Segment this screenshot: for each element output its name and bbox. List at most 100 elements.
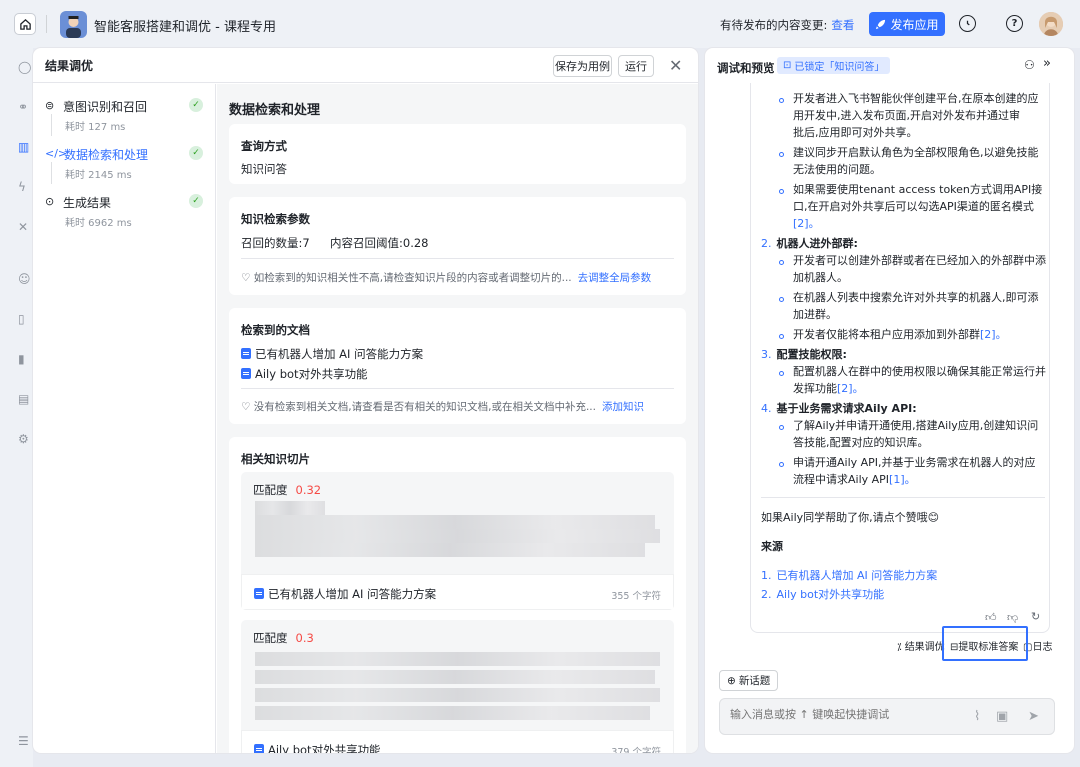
source-link[interactable]: Aily bot对外共享功能 — [777, 588, 885, 601]
view-changes-link[interactable]: 查看 — [831, 18, 854, 32]
doc-icon — [254, 588, 264, 599]
card-title: 检索到的文档 — [241, 323, 310, 337]
bullet — [779, 260, 784, 265]
pending-changes: 有待发布的内容变更: 查看 — [720, 17, 854, 33]
bolt-icon[interactable]: ϟ — [18, 180, 33, 195]
score-value: 0.3 — [295, 631, 314, 645]
save-as-case-button[interactable]: 保存为用例 — [553, 55, 612, 77]
docs-card: 检索到的文档 已有机器人增加 AI 问答能力方案 Aily bot对外共享功能 … — [229, 308, 686, 424]
message-input[interactable] — [730, 708, 970, 721]
check-icon: ✓ — [189, 194, 203, 208]
chat-icon[interactable]: ◯ — [18, 60, 33, 75]
history-icon[interactable] — [959, 15, 976, 32]
run-button[interactable]: 运行 — [618, 55, 654, 77]
preview-header: 调试和预览 ⊡ 已锁定「知识问答」 ⚇ » — [705, 48, 1074, 83]
tip-text: 没有检索到相关文档,请查看是否有相关的知识文档,或在相关文档中补充... — [253, 401, 596, 413]
feedback-text: 如果Aily同学帮助了你,请点个赞哦😊 — [761, 511, 940, 524]
step-content: 数据检索和处理 查询方式 知识问答 知识检索参数 召回的数量:7 内容召回阈值:… — [217, 84, 698, 753]
blurred-text — [255, 670, 655, 684]
answer-line: 无法使用的问题。 — [793, 163, 881, 176]
bullet — [779, 152, 784, 157]
doc-name: 已有机器人增加 AI 问答能力方案 — [255, 347, 424, 361]
citation-ref[interactable]: [2]。 — [837, 382, 864, 395]
slice-doc: Aily bot对外共享功能 — [254, 742, 381, 753]
attach-icon[interactable]: ⌇ — [974, 709, 980, 724]
doc-list-icon[interactable]: ▤ — [18, 392, 33, 407]
char-count: 379 个字符 — [611, 747, 661, 753]
heading-text: 机器人进外部群: — [776, 237, 858, 250]
publish-button[interactable]: 发布应用 — [869, 12, 945, 36]
thumbs-down-icon[interactable]: 👎︎ — [1007, 611, 1018, 624]
slice-doc-name: Aily bot对外共享功能 — [268, 743, 381, 753]
doc-item[interactable]: Aily bot对外共享功能 — [241, 366, 368, 382]
tools-icon[interactable]: ✕ — [18, 220, 33, 235]
collapse-icon[interactable]: ☰ — [18, 734, 33, 749]
answer-line: 答技能,配置对应的知识库。 — [793, 436, 929, 449]
line-text: 发挥功能 — [793, 382, 837, 395]
content-title: 数据检索和处理 — [229, 103, 321, 118]
help-icon[interactable]: ? — [1006, 15, 1023, 32]
citation-ref[interactable]: [2]。 — [793, 217, 820, 230]
source-item[interactable]: 2. Aily bot对外共享功能 — [761, 586, 884, 603]
settings-icon[interactable]: ⚙ — [18, 432, 33, 447]
answer-heading: 3. 配置技能权限: — [761, 348, 847, 361]
user-avatar[interactable] — [1039, 12, 1063, 36]
user-switch-icon[interactable]: ⚇ — [1024, 58, 1035, 72]
slices-card: 相关知识切片 匹配度 0.32 已有机器人增加 AI 问答能力方案 355 个字符… — [229, 437, 686, 753]
tune-icon: ⁒ — [897, 642, 902, 653]
phone-icon[interactable]: ▯ — [18, 312, 33, 327]
answer-line: 配置机器人在群中的使用权限以确保其能正常运行并 — [793, 365, 1046, 378]
refresh-icon[interactable]: ↻ — [1031, 610, 1040, 623]
heading-text: 配置技能权限: — [776, 348, 847, 361]
docs-tip: ♡ 没有检索到相关文档,请查看是否有相关的知识文档,或在相关文档中补充... 添加… — [241, 399, 644, 414]
answer-line: 在机器人列表中搜索允许对外共享的机器人,即可添 — [793, 291, 1039, 304]
bullet — [779, 98, 784, 103]
answer-line: [2]。 — [793, 215, 820, 232]
blurred-text — [255, 529, 660, 543]
citation-ref[interactable]: [2]。 — [980, 328, 1007, 341]
source-link[interactable]: 已有机器人增加 AI 问答能力方案 — [777, 569, 938, 582]
users-icon[interactable]: ☺ — [18, 272, 33, 287]
action-label: 日志 — [1032, 642, 1053, 653]
slice-doc-name: 已有机器人增加 AI 问答能力方案 — [268, 587, 437, 601]
recall-count: 召回的数量:7 — [241, 236, 310, 250]
locked-badge[interactable]: ⊡ 已锁定「知识问答」 — [777, 57, 891, 74]
thumbs-up-icon[interactable]: 👍︎ — [985, 611, 997, 624]
result-tuning-action[interactable]: ⁒ 结果调优 — [897, 638, 945, 653]
doc-name: Aily bot对外共享功能 — [255, 367, 368, 381]
citation-ref[interactable]: [1]。 — [889, 473, 916, 486]
blurred-text — [255, 652, 660, 666]
score-label: 匹配度 — [253, 483, 288, 497]
new-topic-label: 新话题 — [738, 675, 771, 687]
close-icon[interactable]: ✕ — [669, 56, 682, 75]
divider — [761, 497, 1045, 498]
line-text: 开发者仅能将本租户应用添加到外部群 — [793, 328, 980, 341]
doc-icon — [241, 368, 251, 379]
adjust-params-link[interactable]: 去调整全局参数 — [578, 272, 652, 284]
char-count: 355 个字符 — [611, 591, 661, 602]
home-button[interactable] — [14, 13, 36, 35]
doc-item[interactable]: 已有机器人增加 AI 问答能力方案 — [241, 346, 423, 362]
link-icon[interactable]: ⚭ — [18, 100, 33, 115]
add-knowledge-link[interactable]: 添加知识 — [602, 401, 644, 413]
knowledge-slice[interactable]: 匹配度 0.3 Aily bot对外共享功能 379 个字符 — [241, 620, 674, 753]
send-icon[interactable]: ➤ — [1028, 709, 1039, 724]
answer-heading: 4. 基于业务需求请求Aily API: — [761, 402, 917, 415]
collapse-right-icon[interactable]: » — [1043, 56, 1051, 71]
image-icon[interactable]: ▣ — [996, 709, 1008, 724]
knowledge-slice[interactable]: 匹配度 0.32 已有机器人增加 AI 问答能力方案 355 个字符 — [241, 472, 674, 610]
divider — [241, 388, 674, 389]
slice-score: 匹配度 0.32 — [253, 482, 321, 498]
top-bar: 智能客服搭建和调优 - 课程专用 有待发布的内容变更: 查看 发布应用 ? — [0, 0, 1080, 48]
params-card: 知识检索参数 召回的数量:7 内容召回阈值:0.28 ♡ 如检索到的知识相关性不… — [229, 197, 686, 295]
chart-icon[interactable]: ▮ — [18, 352, 33, 367]
blurred-text — [255, 515, 655, 529]
source-item[interactable]: 1. 已有机器人增加 AI 问答能力方案 — [761, 567, 937, 584]
divider — [241, 258, 674, 259]
new-topic-button[interactable]: ⊕ 新话题 — [719, 670, 779, 691]
step-time: 耗时 2145 ms — [65, 170, 132, 181]
tip-text: 如检索到的知识相关性不高,请检查知识片段的内容或者调整切片的... — [253, 272, 572, 284]
params-tip: ♡ 如检索到的知识相关性不高,请检查知识片段的内容或者调整切片的... 去调整全局… — [241, 270, 651, 285]
book-icon[interactable]: ▥ — [18, 140, 33, 155]
step-connector — [51, 114, 52, 136]
